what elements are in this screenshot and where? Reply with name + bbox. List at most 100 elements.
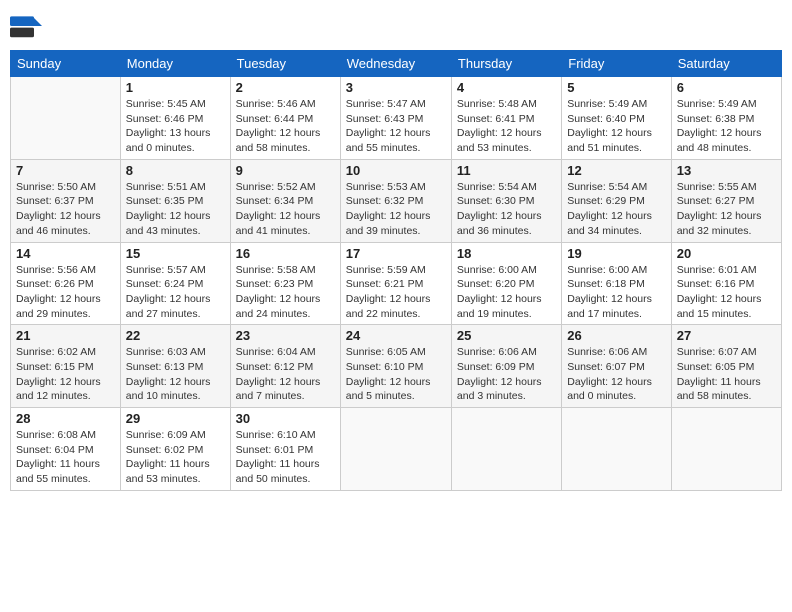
day-number: 12 xyxy=(567,163,665,178)
calendar-cell: 14 Sunrise: 5:56 AMSunset: 6:26 PMDayligh… xyxy=(11,242,121,325)
day-number: 27 xyxy=(677,328,776,343)
calendar-cell: 6 Sunrise: 5:49 AMSunset: 6:38 PMDaylight… xyxy=(671,77,781,160)
day-info: Sunrise: 5:49 AMSunset: 6:40 PMDaylight:… xyxy=(567,97,665,156)
weekday-header: Tuesday xyxy=(230,51,340,77)
day-number: 17 xyxy=(346,246,446,261)
day-info: Sunrise: 5:45 AMSunset: 6:46 PMDaylight:… xyxy=(126,97,225,156)
calendar-cell: 5 Sunrise: 5:49 AMSunset: 6:40 PMDaylight… xyxy=(562,77,671,160)
day-number: 2 xyxy=(236,80,335,95)
day-number: 6 xyxy=(677,80,776,95)
day-number: 14 xyxy=(16,246,115,261)
calendar-cell: 15 Sunrise: 5:57 AMSunset: 6:24 PMDayligh… xyxy=(120,242,230,325)
day-info: Sunrise: 5:57 AMSunset: 6:24 PMDaylight:… xyxy=(126,263,225,322)
calendar-cell: 11 Sunrise: 5:54 AMSunset: 6:30 PMDayligh… xyxy=(451,159,561,242)
weekday-header: Monday xyxy=(120,51,230,77)
day-number: 18 xyxy=(457,246,556,261)
day-number: 24 xyxy=(346,328,446,343)
day-number: 26 xyxy=(567,328,665,343)
day-info: Sunrise: 5:50 AMSunset: 6:37 PMDaylight:… xyxy=(16,180,115,239)
weekday-header: Thursday xyxy=(451,51,561,77)
calendar-cell: 28Sunrise: 6:08 AMSunset: 6:04 PMDayligh… xyxy=(11,408,121,491)
calendar-cell: 30Sunrise: 6:10 AMSunset: 6:01 PMDayligh… xyxy=(230,408,340,491)
day-info: Sunrise: 5:55 AMSunset: 6:27 PMDaylight:… xyxy=(677,180,776,239)
day-number: 5 xyxy=(567,80,665,95)
calendar-cell: 8 Sunrise: 5:51 AMSunset: 6:35 PMDaylight… xyxy=(120,159,230,242)
day-info: Sunrise: 6:10 AMSunset: 6:01 PMDaylight:… xyxy=(236,428,335,487)
calendar-cell: 9 Sunrise: 5:52 AMSunset: 6:34 PMDaylight… xyxy=(230,159,340,242)
day-info: Sunrise: 6:06 AMSunset: 6:09 PMDaylight:… xyxy=(457,345,556,404)
day-number: 20 xyxy=(677,246,776,261)
calendar-cell: 1 Sunrise: 5:45 AMSunset: 6:46 PMDaylight… xyxy=(120,77,230,160)
calendar-cell: 13 Sunrise: 5:55 AMSunset: 6:27 PMDayligh… xyxy=(671,159,781,242)
day-number: 22 xyxy=(126,328,225,343)
calendar-cell: 12 Sunrise: 5:54 AMSunset: 6:29 PMDayligh… xyxy=(562,159,671,242)
calendar-cell: 2 Sunrise: 5:46 AMSunset: 6:44 PMDaylight… xyxy=(230,77,340,160)
day-number: 29 xyxy=(126,411,225,426)
day-info: Sunrise: 6:02 AMSunset: 6:15 PMDaylight:… xyxy=(16,345,115,404)
day-number: 11 xyxy=(457,163,556,178)
day-info: Sunrise: 5:52 AMSunset: 6:34 PMDaylight:… xyxy=(236,180,335,239)
day-number: 23 xyxy=(236,328,335,343)
logo-icon xyxy=(10,10,42,42)
calendar-cell xyxy=(340,408,451,491)
day-info: Sunrise: 5:56 AMSunset: 6:26 PMDaylight:… xyxy=(16,263,115,322)
day-number: 3 xyxy=(346,80,446,95)
day-number: 13 xyxy=(677,163,776,178)
day-info: Sunrise: 6:03 AMSunset: 6:13 PMDaylight:… xyxy=(126,345,225,404)
calendar-cell: 7 Sunrise: 5:50 AMSunset: 6:37 PMDaylight… xyxy=(11,159,121,242)
day-number: 16 xyxy=(236,246,335,261)
day-number: 15 xyxy=(126,246,225,261)
calendar-cell xyxy=(671,408,781,491)
day-number: 10 xyxy=(346,163,446,178)
day-number: 25 xyxy=(457,328,556,343)
day-info: Sunrise: 5:49 AMSunset: 6:38 PMDaylight:… xyxy=(677,97,776,156)
calendar-cell: 20 Sunrise: 6:01 AMSunset: 6:16 PMDayligh… xyxy=(671,242,781,325)
calendar-cell: 18 Sunrise: 6:00 AMSunset: 6:20 PMDayligh… xyxy=(451,242,561,325)
calendar-cell: 4 Sunrise: 5:48 AMSunset: 6:41 PMDaylight… xyxy=(451,77,561,160)
day-info: Sunrise: 6:00 AMSunset: 6:18 PMDaylight:… xyxy=(567,263,665,322)
day-info: Sunrise: 6:08 AMSunset: 6:04 PMDaylight:… xyxy=(16,428,115,487)
day-number: 1 xyxy=(126,80,225,95)
calendar-cell: 19 Sunrise: 6:00 AMSunset: 6:18 PMDayligh… xyxy=(562,242,671,325)
calendar-week-row: 7 Sunrise: 5:50 AMSunset: 6:37 PMDaylight… xyxy=(11,159,782,242)
day-info: Sunrise: 5:54 AMSunset: 6:29 PMDaylight:… xyxy=(567,180,665,239)
calendar-week-row: 1 Sunrise: 5:45 AMSunset: 6:46 PMDaylight… xyxy=(11,77,782,160)
calendar-cell: 17Sunrise: 5:59 AMSunset: 6:21 PMDayligh… xyxy=(340,242,451,325)
calendar-cell: 21Sunrise: 6:02 AMSunset: 6:15 PMDayligh… xyxy=(11,325,121,408)
calendar-cell: 23 Sunrise: 6:04 AMSunset: 6:12 PMDayligh… xyxy=(230,325,340,408)
calendar-cell: 24Sunrise: 6:05 AMSunset: 6:10 PMDayligh… xyxy=(340,325,451,408)
day-info: Sunrise: 5:58 AMSunset: 6:23 PMDaylight:… xyxy=(236,263,335,322)
day-number: 9 xyxy=(236,163,335,178)
day-info: Sunrise: 6:04 AMSunset: 6:12 PMDaylight:… xyxy=(236,345,335,404)
day-number: 8 xyxy=(126,163,225,178)
day-info: Sunrise: 5:47 AMSunset: 6:43 PMDaylight:… xyxy=(346,97,446,156)
calendar-cell: 25 Sunrise: 6:06 AMSunset: 6:09 PMDayligh… xyxy=(451,325,561,408)
calendar-cell: 29 Sunrise: 6:09 AMSunset: 6:02 PMDayligh… xyxy=(120,408,230,491)
calendar-cell: 22 Sunrise: 6:03 AMSunset: 6:13 PMDayligh… xyxy=(120,325,230,408)
logo xyxy=(10,10,46,42)
calendar-week-row: 28Sunrise: 6:08 AMSunset: 6:04 PMDayligh… xyxy=(11,408,782,491)
page-header xyxy=(10,10,782,42)
calendar-week-row: 14 Sunrise: 5:56 AMSunset: 6:26 PMDayligh… xyxy=(11,242,782,325)
calendar-cell: 27 Sunrise: 6:07 AMSunset: 6:05 PMDayligh… xyxy=(671,325,781,408)
weekday-header: Wednesday xyxy=(340,51,451,77)
calendar-header-row: SundayMondayTuesdayWednesdayThursdayFrid… xyxy=(11,51,782,77)
day-info: Sunrise: 5:51 AMSunset: 6:35 PMDaylight:… xyxy=(126,180,225,239)
day-info: Sunrise: 5:46 AMSunset: 6:44 PMDaylight:… xyxy=(236,97,335,156)
day-number: 7 xyxy=(16,163,115,178)
weekday-header: Sunday xyxy=(11,51,121,77)
calendar-cell xyxy=(11,77,121,160)
calendar-table: SundayMondayTuesdayWednesdayThursdayFrid… xyxy=(10,50,782,491)
day-info: Sunrise: 6:09 AMSunset: 6:02 PMDaylight:… xyxy=(126,428,225,487)
day-info: Sunrise: 6:01 AMSunset: 6:16 PMDaylight:… xyxy=(677,263,776,322)
day-number: 4 xyxy=(457,80,556,95)
calendar-cell: 10Sunrise: 5:53 AMSunset: 6:32 PMDayligh… xyxy=(340,159,451,242)
day-number: 19 xyxy=(567,246,665,261)
calendar-cell xyxy=(562,408,671,491)
weekday-header: Friday xyxy=(562,51,671,77)
day-info: Sunrise: 5:54 AMSunset: 6:30 PMDaylight:… xyxy=(457,180,556,239)
day-info: Sunrise: 5:48 AMSunset: 6:41 PMDaylight:… xyxy=(457,97,556,156)
day-info: Sunrise: 6:00 AMSunset: 6:20 PMDaylight:… xyxy=(457,263,556,322)
day-info: Sunrise: 6:06 AMSunset: 6:07 PMDaylight:… xyxy=(567,345,665,404)
day-info: Sunrise: 6:07 AMSunset: 6:05 PMDaylight:… xyxy=(677,345,776,404)
